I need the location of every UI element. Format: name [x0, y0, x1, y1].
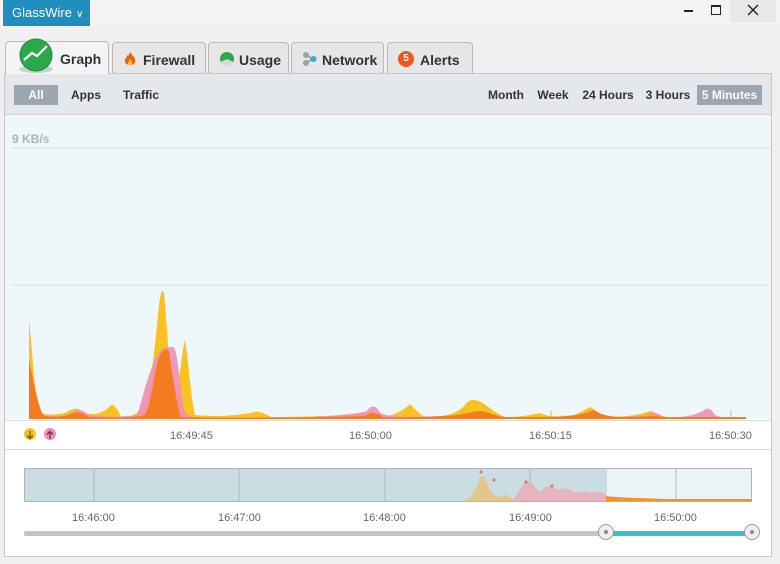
x-tick: 16:49:45: [170, 430, 213, 442]
app-menu-button[interactable]: GlassWire ∨: [3, 0, 90, 26]
timeline-tick: 16:50:00: [654, 512, 697, 524]
x-tick: 16:50:15: [529, 430, 572, 442]
range-24hours-button[interactable]: 24 Hours: [580, 85, 636, 105]
timeline-sparkline: [93, 469, 752, 501]
chevron-down-icon: ∨: [75, 9, 84, 20]
tab-usage[interactable]: Usage: [208, 42, 289, 73]
range-week-button[interactable]: Week: [534, 85, 572, 105]
filter-all-button[interactable]: All: [14, 85, 58, 105]
tab-usage-label: Usage: [239, 52, 282, 68]
combined-series: [29, 349, 746, 419]
traffic-chart-svg: [11, 147, 771, 419]
timeline-overview[interactable]: [24, 468, 752, 502]
x-tick: 16:50:30: [709, 430, 752, 442]
alert-badge-icon: 5: [398, 51, 414, 67]
tab-network-label: Network: [322, 52, 378, 68]
timeline-tick: 16:47:00: [218, 512, 261, 524]
tab-graph-label: Graph: [60, 51, 102, 67]
tab-firewall-label: Firewall: [143, 52, 196, 68]
graph-icon: [19, 38, 53, 73]
range-month-button[interactable]: Month: [484, 85, 528, 105]
tab-alerts-label: Alerts: [420, 52, 460, 68]
range-3hours-button[interactable]: 3 Hours: [643, 85, 693, 105]
timeline-tick: 16:49:00: [509, 512, 552, 524]
close-button[interactable]: [730, 0, 776, 22]
range-5minutes-button[interactable]: 5 Minutes: [697, 85, 762, 105]
app-name: GlassWire: [12, 5, 72, 20]
fire-icon: [124, 52, 136, 66]
time-axis: 16:49:45 16:50:00 16:50:15 16:50:30: [5, 420, 771, 450]
timeline-tick: 16:46:00: [72, 512, 115, 524]
minimize-icon: [684, 10, 693, 12]
title-bar: GlassWire ∨: [0, 0, 780, 26]
timeline-slider-end-handle[interactable]: [744, 524, 760, 540]
incoming-arrow-icon[interactable]: [24, 428, 36, 440]
filter-traffic-button[interactable]: Traffic: [117, 85, 165, 105]
tab-graph[interactable]: Graph: [5, 38, 109, 74]
traffic-chart: 9 KB/s: [5, 115, 771, 419]
tab-alerts[interactable]: 5 Alerts: [387, 42, 473, 73]
tab-firewall[interactable]: Firewall: [112, 42, 206, 73]
timeline-slider-start-handle[interactable]: [598, 524, 614, 540]
outgoing-arrow-icon[interactable]: [44, 428, 56, 440]
timeline-slider-range[interactable]: [606, 531, 752, 536]
pie-icon: [220, 52, 234, 67]
timeline-tick: 16:48:00: [363, 512, 406, 524]
incoming-series: [29, 290, 746, 419]
tab-network[interactable]: Network: [291, 42, 384, 73]
filter-bar: All Apps Traffic Month Week 24 Hours 3 H…: [5, 74, 771, 115]
x-tick: 16:50:00: [349, 430, 392, 442]
outgoing-series: [29, 347, 746, 419]
network-icon: [303, 52, 317, 66]
filter-apps-button[interactable]: Apps: [65, 85, 107, 105]
close-icon: [747, 4, 759, 16]
maximize-icon: [711, 5, 721, 15]
